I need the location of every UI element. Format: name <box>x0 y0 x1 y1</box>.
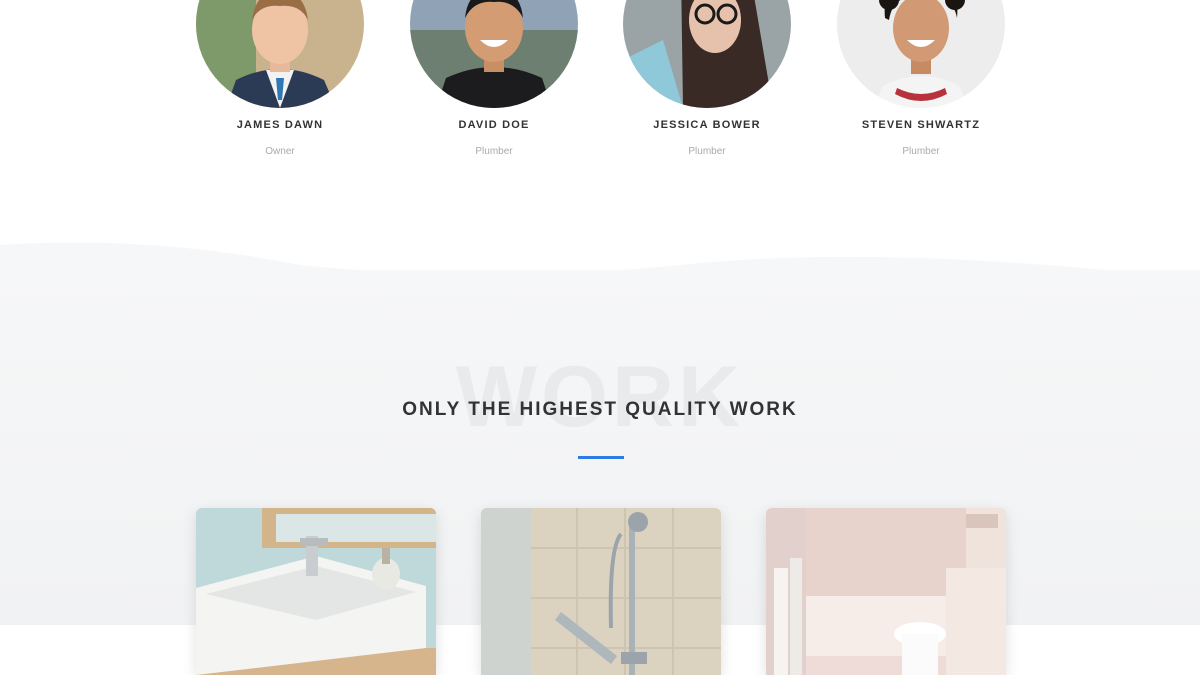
title-underline <box>578 456 624 459</box>
work-item-bathroom-sink[interactable] <box>196 508 436 675</box>
sink-photo <box>196 508 436 675</box>
member-role: Plumber <box>688 146 726 157</box>
shower-photo <box>481 508 721 675</box>
bathroom-photo <box>766 508 1006 675</box>
member-photo <box>837 0 1005 108</box>
member-photo <box>196 0 364 108</box>
member-name: STEVEN SHWARTZ <box>861 119 981 131</box>
member-role: Owner <box>265 146 295 157</box>
member-name: JAMES DAWN <box>236 119 324 131</box>
section-watermark: WORK <box>455 349 745 445</box>
member-photo <box>410 0 578 108</box>
work-item-bathroom-interior[interactable] <box>766 508 1006 675</box>
section-title: ONLY THE HIGHEST QUALITY WORK <box>402 399 798 420</box>
member-name: JESSICA BOWER <box>653 119 761 131</box>
member-photo <box>623 0 791 108</box>
member-name: DAVID DOE <box>458 119 530 131</box>
member-role: Plumber <box>902 146 940 157</box>
work-item-shower-head[interactable] <box>481 508 721 675</box>
member-role: Plumber <box>475 146 513 157</box>
team-section: JAMES DAWN Owner DAVID DOE Plumber JESSI… <box>0 0 1200 240</box>
